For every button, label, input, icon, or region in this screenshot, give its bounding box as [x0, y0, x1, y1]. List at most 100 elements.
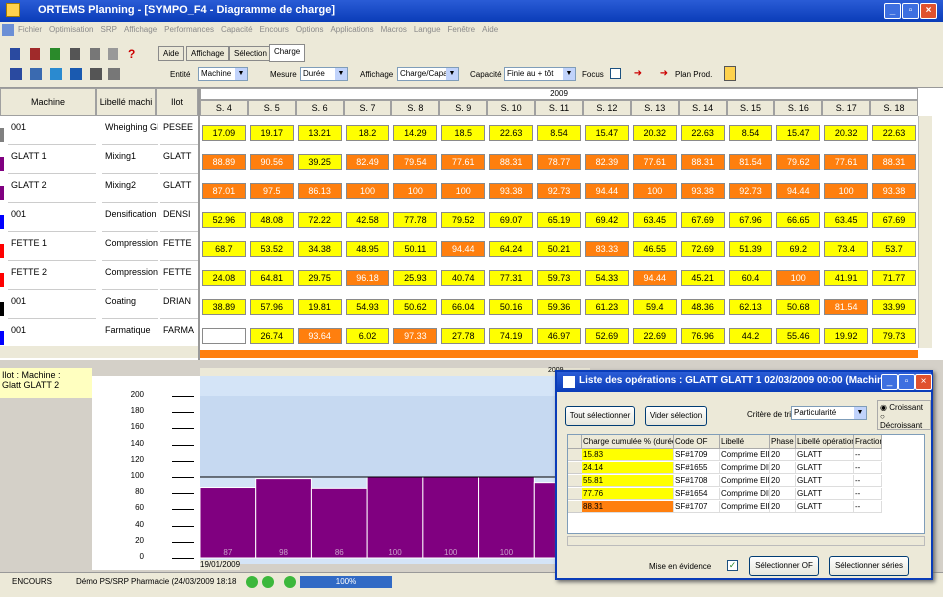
load-cell[interactable]: 45.21 [680, 270, 725, 286]
load-cell[interactable]: 19.17 [249, 125, 294, 141]
load-cell[interactable]: 18.2 [345, 125, 390, 141]
row-machine[interactable]: 001 [8, 203, 96, 232]
load-cell[interactable]: 15.47 [584, 125, 629, 141]
tool-icon[interactable] [50, 48, 60, 60]
load-cell[interactable]: 96.18 [345, 270, 390, 286]
load-cell[interactable]: 77.78 [393, 212, 438, 228]
load-bar[interactable] [366, 476, 424, 559]
menu-item[interactable]: Aide [482, 22, 498, 38]
op-cell[interactable]: 20 [770, 475, 796, 487]
load-cell[interactable]: 39.25 [297, 154, 342, 170]
load-cell[interactable]: 52.96 [202, 212, 246, 228]
affichage-select[interactable]: Charge/Capa ▼ [397, 67, 459, 81]
report-icon[interactable] [724, 66, 736, 81]
load-cell[interactable]: 50.68 [776, 299, 821, 315]
load-cell[interactable]: 92.73 [537, 183, 581, 199]
row-libelle[interactable]: Wheighing GI [102, 116, 158, 145]
minimize-button[interactable]: _ [884, 3, 901, 19]
load-cell[interactable]: 100 [824, 183, 869, 199]
load-cell[interactable]: 41.91 [824, 270, 869, 286]
load-cell[interactable]: 46.97 [537, 328, 581, 344]
op-cell[interactable]: SF#1654 [674, 488, 720, 500]
load-cell[interactable]: 59.4 [632, 299, 677, 315]
tool-icon[interactable] [70, 48, 80, 60]
load-cell[interactable]: 53.7 [872, 241, 916, 257]
dialog-minimize-button[interactable]: _ [881, 374, 898, 390]
print-icon[interactable] [108, 68, 120, 80]
row-libelle[interactable]: Farmatique [102, 319, 158, 348]
load-cell[interactable]: 63.45 [824, 212, 869, 228]
load-cell[interactable]: 100 [393, 183, 438, 199]
op-column-header[interactable]: Libellé [720, 435, 770, 449]
load-cell[interactable]: 19.81 [297, 299, 342, 315]
load-cell[interactable]: 22.63 [872, 125, 916, 141]
load-cell[interactable]: 14.29 [393, 125, 438, 141]
load-cell[interactable]: 69.42 [584, 212, 629, 228]
header-machine[interactable]: Machine [0, 88, 96, 116]
entite-select[interactable]: Machine ▼ [198, 67, 248, 81]
row-ilot[interactable]: GLATT [160, 145, 198, 174]
op-cell[interactable]: SF#1709 [674, 449, 720, 461]
load-cell[interactable]: 94.44 [441, 241, 486, 257]
load-cell[interactable]: 93.38 [489, 183, 534, 199]
load-cell[interactable]: 79.54 [393, 154, 438, 170]
row-ilot[interactable]: GLATT [160, 174, 198, 203]
load-cell[interactable]: 6.02 [345, 328, 390, 344]
load-cell[interactable]: 50.62 [393, 299, 438, 315]
load-cell[interactable]: 82.49 [345, 154, 390, 170]
load-cell[interactable]: 46.55 [632, 241, 677, 257]
maximize-button[interactable]: ▫ [902, 3, 919, 19]
select-of-button[interactable]: Sélectionner OF [749, 556, 819, 576]
op-column-header[interactable]: Code OF [674, 435, 720, 449]
op-cell[interactable]: -- [854, 501, 882, 513]
menu-item[interactable]: Fenêtre [448, 22, 476, 38]
op-cell[interactable]: GLATT [796, 475, 854, 487]
menu-item[interactable]: Fichier [18, 22, 42, 38]
load-cell[interactable]: 77.61 [441, 154, 486, 170]
load-cell[interactable]: 13.21 [297, 125, 342, 141]
load-cell[interactable]: 33.99 [872, 299, 916, 315]
row-ilot[interactable]: FARMA [160, 319, 198, 348]
menu-item[interactable]: SRP [100, 22, 116, 38]
load-cell[interactable]: 88.31 [489, 154, 534, 170]
load-cell[interactable]: 90.56 [249, 154, 294, 170]
load-cell[interactable]: 97.33 [393, 328, 438, 344]
help-icon[interactable]: ? [128, 47, 135, 61]
load-cell[interactable]: 88.31 [680, 154, 725, 170]
row-libelle[interactable]: Compression [102, 232, 158, 261]
op-cell[interactable]: 15.83 [582, 449, 674, 461]
op-cell[interactable]: 77.76 [582, 488, 674, 500]
load-cell[interactable]: 19.92 [824, 328, 869, 344]
load-bar[interactable] [422, 476, 480, 559]
load-cell[interactable]: 93.64 [297, 328, 342, 344]
list-icon[interactable] [90, 68, 102, 80]
load-cell[interactable]: 52.69 [584, 328, 629, 344]
load-cell[interactable]: 77.61 [632, 154, 677, 170]
sort-select[interactable]: Particularité ▼ [791, 406, 867, 420]
menu-item[interactable]: Capacité [221, 22, 253, 38]
focus-checkbox[interactable] [610, 68, 621, 79]
load-cell[interactable]: 55.46 [776, 328, 821, 344]
load-cell[interactable]: 44.2 [728, 328, 773, 344]
clear-selection-button[interactable]: Vider sélection [645, 406, 707, 426]
tab-affichage[interactable]: Affichage [186, 46, 230, 61]
load-cell[interactable]: 22.69 [632, 328, 677, 344]
load-cell[interactable]: 60.4 [728, 270, 773, 286]
row-ilot[interactable]: DENSI [160, 203, 198, 232]
row-ilot[interactable]: DRIAN [160, 290, 198, 319]
load-cell[interactable]: 63.45 [632, 212, 677, 228]
load-cell[interactable]: 81.54 [824, 299, 869, 315]
load-cell[interactable]: 69.2 [776, 241, 821, 257]
op-cell[interactable]: Comprime EIF [720, 475, 770, 487]
tab-charge[interactable]: Charge [269, 44, 306, 62]
load-cell[interactable]: 48.95 [345, 241, 390, 257]
tool-icon[interactable] [108, 48, 118, 60]
menu-item[interactable]: Options [296, 22, 324, 38]
arrow-icon[interactable]: ➜ [658, 68, 670, 80]
op-cell[interactable]: 24.14 [582, 462, 674, 474]
load-cell[interactable]: 67.96 [728, 212, 773, 228]
load-bar[interactable] [478, 476, 535, 559]
op-row-header[interactable] [568, 462, 582, 474]
op-row-header[interactable] [568, 475, 582, 487]
load-cell[interactable]: 88.89 [202, 154, 246, 170]
